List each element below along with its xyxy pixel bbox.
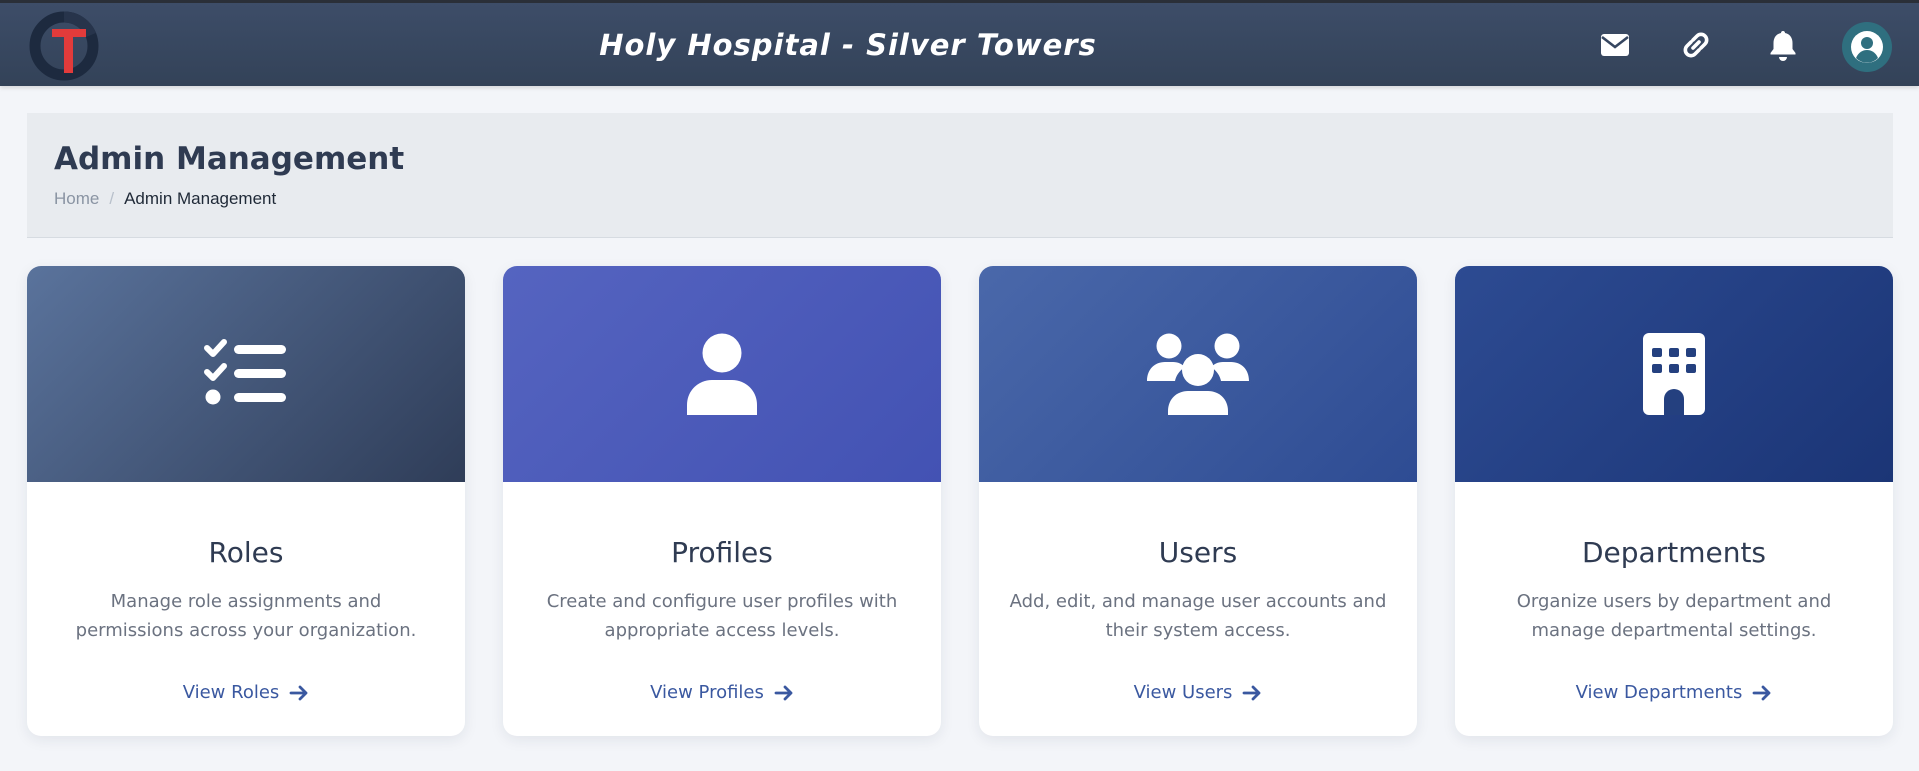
- users-icon: [1147, 333, 1249, 415]
- departments-card-banner: [1455, 266, 1893, 482]
- page-title: Admin Management: [54, 141, 405, 177]
- roles-card[interactable]: Roles Manage role assignments and permis…: [27, 266, 465, 736]
- users-card-description: Add, edit, and manage user accounts and …: [1009, 591, 1387, 641]
- view-departments-label: View Departments: [1575, 682, 1743, 703]
- users-card[interactable]: Users Add, edit, and manage user account…: [979, 266, 1417, 736]
- top-navbar: Holy Hospital - Silver Towers: [0, 0, 1919, 86]
- view-users-label: View Users: [1133, 682, 1233, 703]
- profiles-card-description: Create and configure user profiles with …: [546, 591, 898, 641]
- app-title: Holy Hospital - Silver Towers: [599, 27, 1097, 62]
- view-users-link[interactable]: View Users: [1134, 682, 1263, 703]
- arrow-right-icon: [1752, 685, 1771, 700]
- arrow-right-icon: [774, 685, 793, 700]
- breadcrumb-separator: /: [109, 189, 115, 208]
- profiles-card[interactable]: Profiles Create and configure user profi…: [503, 266, 941, 736]
- view-profiles-label: View Profiles: [650, 682, 764, 703]
- view-profiles-link[interactable]: View Profiles: [650, 682, 794, 703]
- user-avatar-button[interactable]: [1842, 22, 1892, 72]
- link-icon: [1683, 32, 1709, 58]
- departments-card-title: Departments: [1581, 536, 1767, 569]
- breadcrumb: Home / Admin Management: [54, 189, 276, 209]
- departments-card[interactable]: Departments Organize users by department…: [1455, 266, 1893, 736]
- users-card-banner: [979, 266, 1417, 482]
- roles-card-title: Roles: [208, 536, 284, 569]
- breadcrumb-home-link[interactable]: Home: [54, 189, 99, 209]
- messages-button[interactable]: [1595, 25, 1635, 65]
- roles-card-description: Manage role assignments and permissions …: [75, 591, 417, 641]
- page-header: Admin Management Home / Admin Management: [27, 113, 1893, 238]
- user-avatar-icon: [1851, 31, 1883, 63]
- profiles-card-banner: [503, 266, 941, 482]
- roles-card-banner: [27, 266, 465, 482]
- view-roles-label: View Roles: [182, 682, 280, 703]
- arrow-right-icon: [289, 685, 308, 700]
- envelope-icon: [1601, 34, 1629, 56]
- view-departments-link[interactable]: View Departments: [1576, 682, 1773, 703]
- view-roles-link[interactable]: View Roles: [183, 682, 310, 703]
- arrow-right-icon: [1243, 685, 1261, 700]
- users-card-title: Users: [1158, 536, 1238, 569]
- notifications-button[interactable]: [1763, 25, 1803, 65]
- user-icon: [687, 333, 757, 415]
- breadcrumb-current: Admin Management: [124, 189, 277, 208]
- links-button[interactable]: [1676, 25, 1716, 65]
- profiles-card-title: Profiles: [671, 536, 773, 569]
- departments-card-description: Organize users by department and manage …: [1516, 591, 1832, 641]
- list-check-icon: [204, 339, 286, 405]
- building-icon: [1643, 333, 1705, 415]
- bell-icon: [1770, 31, 1796, 61]
